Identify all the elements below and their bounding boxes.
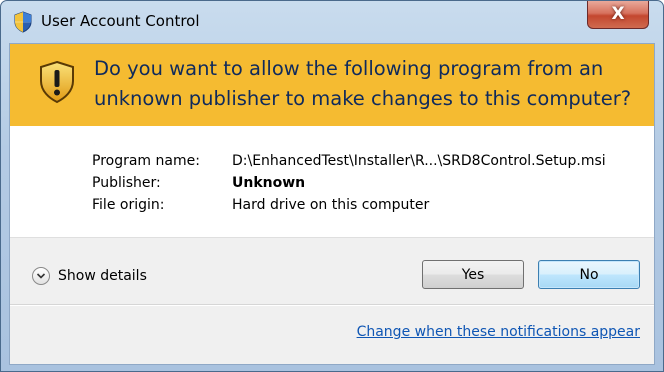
uac-question: Do you want to allow the following progr… <box>94 57 632 110</box>
dialog-body: Do you want to allow the following progr… <box>9 43 655 365</box>
change-notifications-link[interactable]: Change when these notifications appear <box>357 324 640 340</box>
close-icon: X <box>611 4 625 24</box>
file-origin-value: Hard drive on this computer <box>232 197 430 213</box>
program-name-label: Program name: <box>92 153 200 169</box>
warning-banner: Do you want to allow the following progr… <box>10 44 654 126</box>
uac-shield-icon <box>13 11 33 33</box>
window-title: User Account Control <box>41 12 200 30</box>
program-name-row: Program name: D:\EnhancedTest\Installer\… <box>92 150 606 172</box>
show-details-toggle[interactable]: Show details <box>32 266 147 286</box>
warning-shield-icon <box>38 60 76 104</box>
program-details: Program name: D:\EnhancedTest\Installer\… <box>92 150 606 216</box>
file-origin-row: File origin: Hard drive on this computer <box>92 194 606 216</box>
program-name-value: D:\EnhancedTest\Installer\R...\SRD8Contr… <box>232 153 606 169</box>
chevron-down-icon[interactable] <box>32 267 50 285</box>
publisher-label: Publisher: <box>92 175 161 191</box>
file-origin-label: File origin: <box>92 197 165 213</box>
no-button[interactable]: No <box>538 260 640 289</box>
uac-dialog-window: User Account Control X Do you want to al… <box>0 0 664 372</box>
show-details-label[interactable]: Show details <box>58 268 147 284</box>
publisher-value: Unknown <box>232 175 306 191</box>
divider <box>10 305 654 306</box>
close-button[interactable]: X <box>587 1 649 29</box>
footer-area <box>10 238 654 364</box>
publisher-row: Publisher: Unknown <box>92 172 606 194</box>
yes-button[interactable]: Yes <box>422 260 524 289</box>
title-bar[interactable]: User Account Control X <box>1 1 663 43</box>
